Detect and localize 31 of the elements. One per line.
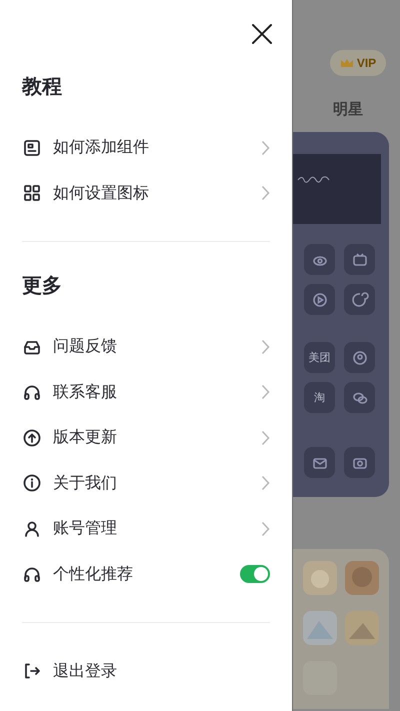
- chevron-right-icon: [261, 140, 270, 156]
- menu-item[interactable]: 版本更新: [22, 415, 270, 460]
- chevron-right-icon: [261, 520, 270, 537]
- upload-icon: [22, 428, 42, 448]
- chevron-right-icon: [261, 475, 270, 492]
- chevron-right-icon: [261, 338, 270, 355]
- vip-label: VIP: [356, 56, 376, 70]
- swirl-icon: [350, 290, 370, 310]
- grid-icon: [22, 183, 42, 204]
- info-icon: [22, 473, 42, 494]
- menu-item[interactable]: 如何添加组件: [22, 125, 270, 170]
- logout-item[interactable]: 退出登录: [22, 648, 270, 694]
- menu-item[interactable]: 问题反馈: [22, 324, 270, 370]
- user-icon: [22, 518, 42, 539]
- card-icon: [22, 138, 42, 158]
- crown-icon: [340, 58, 354, 68]
- menu-item[interactable]: 账号管理: [22, 506, 270, 552]
- chevron-right-icon: [261, 185, 270, 202]
- app-tile: 淘: [304, 382, 335, 413]
- toggle-switch[interactable]: [240, 565, 270, 584]
- menu-item[interactable]: 关于我们: [22, 460, 270, 506]
- chevron-right-icon: [261, 430, 270, 446]
- menu-item[interactable]: 个性化推荐: [22, 552, 270, 597]
- app-tile: 美团: [304, 342, 335, 373]
- close-button[interactable]: [250, 22, 274, 46]
- menu-item[interactable]: 联系客服: [22, 370, 270, 415]
- chevron-right-icon: [261, 384, 270, 400]
- section-heading: 更多: [22, 272, 63, 299]
- menu-item[interactable]: 如何设置图标: [22, 170, 270, 216]
- logout-icon: [22, 661, 42, 681]
- section-heading: 教程: [22, 73, 63, 100]
